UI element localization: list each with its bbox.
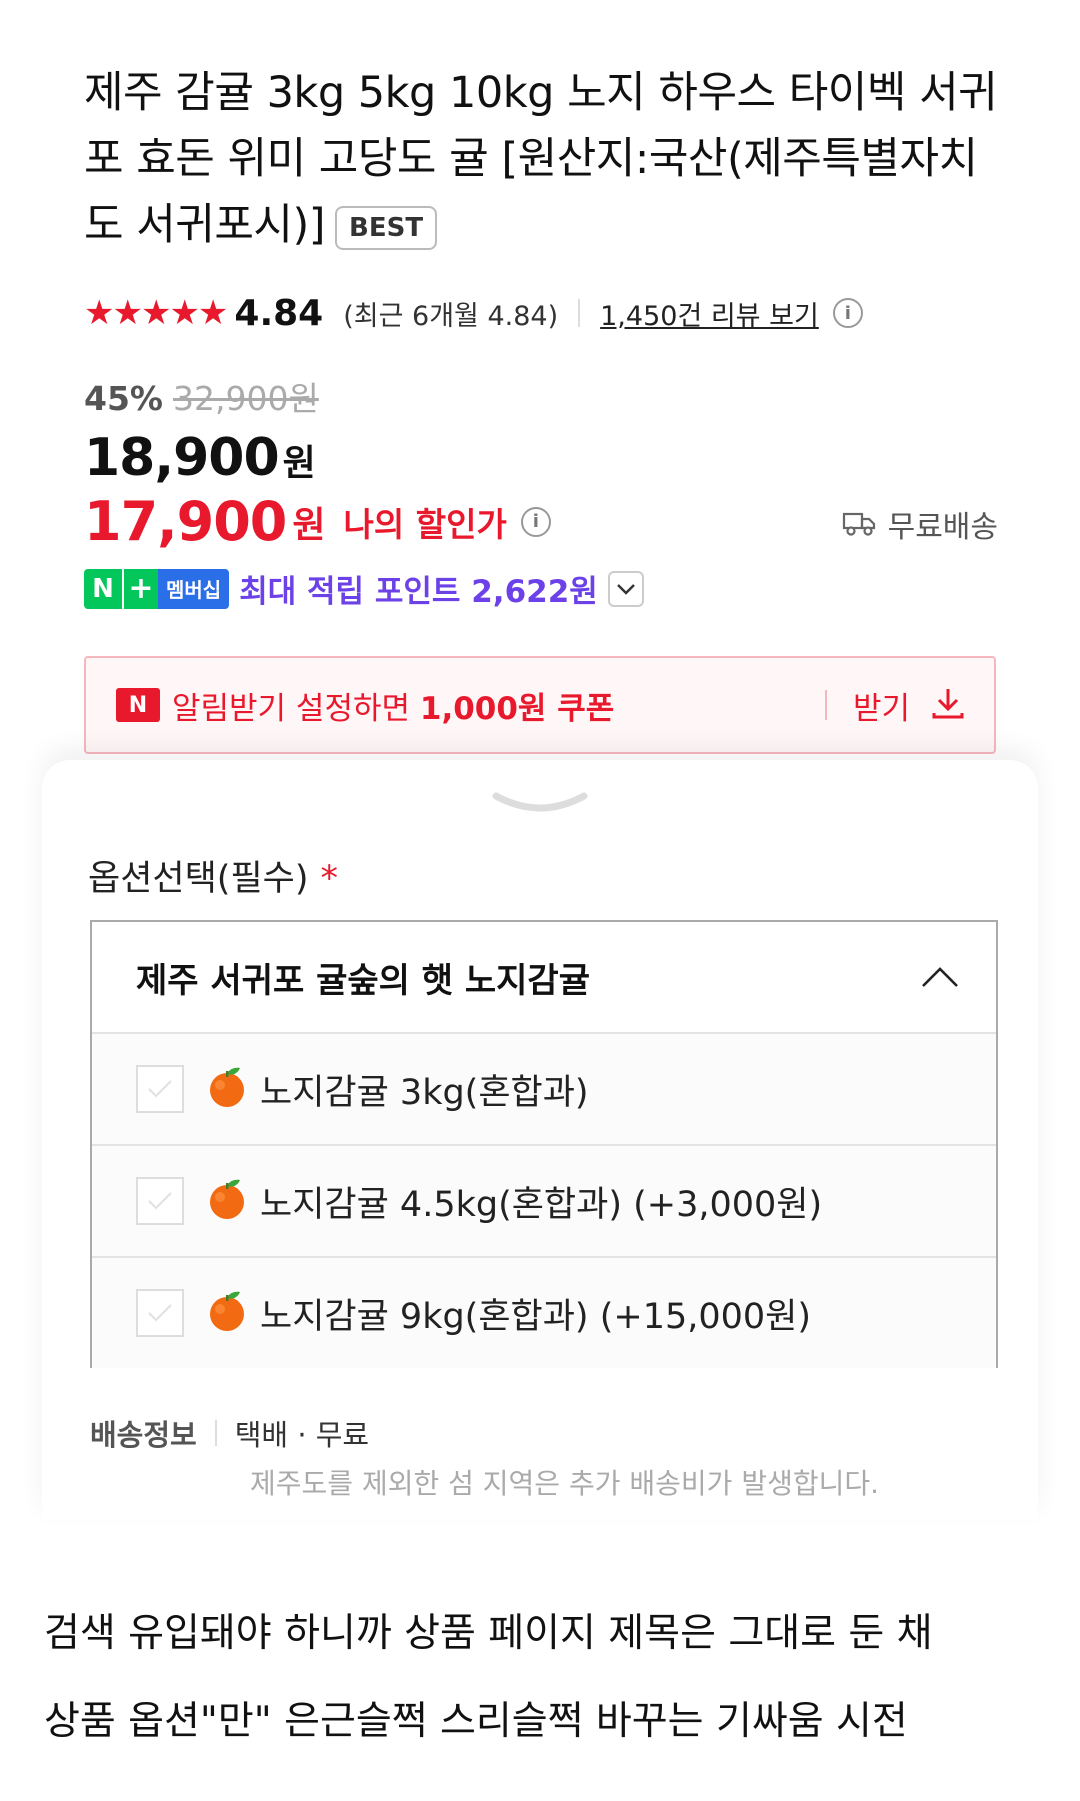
- chevron-up-icon: [922, 967, 958, 987]
- points-row: N + 멤버십 최대 적립 포인트 2,622원: [84, 566, 644, 611]
- sale-price: 18,900 원: [84, 428, 316, 488]
- shipping-value: 택배 · 무료: [234, 1418, 370, 1452]
- checkbox[interactable]: [136, 1177, 184, 1225]
- caption: 검색 유입돼야 하니까 상품 페이지 제목은 그대로 둔 채 상품 옵션"만" …: [44, 1590, 1044, 1766]
- reviews-link[interactable]: 1,450건 리뷰 보기: [600, 294, 819, 333]
- naver-membership-badge: N + 멤버십: [84, 568, 230, 609]
- caption-line: 상품 옵션"만" 은근슬쩍 스리슬쩍 바꾸는 기싸움 시전: [44, 1699, 908, 1744]
- check-icon: [148, 1080, 172, 1098]
- free-shipping-text: 무료배송: [887, 510, 998, 545]
- product-title-text: 제주 감귤 3kg 5kg 10kg 노지 하우스 타이벡 서귀포 효돈 위미 …: [84, 68, 998, 250]
- naver-n-icon: N: [84, 568, 122, 609]
- rating-score: 4.84: [234, 292, 324, 334]
- points-expand-button[interactable]: [607, 570, 644, 607]
- discount-row: 45% 32,900원: [84, 372, 319, 420]
- coupon-text-prefix: 알림받기 설정하면: [172, 690, 420, 727]
- naver-n-icon: N: [116, 688, 160, 722]
- my-price-value: 17,900: [84, 490, 287, 553]
- recent-rating: (최근 6개월 4.84): [343, 300, 559, 332]
- option-select-label: 옵션선택(필수) *: [88, 850, 338, 901]
- sheet-handle-chevron-icon[interactable]: [490, 790, 590, 824]
- plus-icon: +: [122, 568, 158, 609]
- tangerine-icon: [206, 1289, 248, 1337]
- my-price-unit: 원: [292, 504, 326, 546]
- shipping-label: 배송정보: [90, 1418, 197, 1452]
- option-item-label: 노지감귤 4.5kg(혼합과) (+3,000원): [260, 1184, 823, 1225]
- shipping-info: 배송정보 택배 · 무료: [90, 1412, 369, 1454]
- option-item[interactable]: 노지감귤 9kg(혼합과) (+15,000원): [92, 1258, 996, 1368]
- required-mark: *: [320, 859, 339, 899]
- chevron-down-icon: [616, 583, 635, 595]
- max-points-text: 최대 적립 포인트 2,622원: [239, 574, 598, 610]
- divider: [578, 299, 581, 327]
- check-icon: [148, 1192, 172, 1210]
- download-icon[interactable]: [930, 685, 966, 725]
- my-price: 17,900 원 나의 할인가 i: [84, 490, 551, 553]
- free-shipping: 무료배송: [842, 502, 998, 546]
- my-price-label: 나의 할인가: [343, 504, 507, 544]
- membership-label: 멤버십: [158, 568, 230, 609]
- sale-price-unit: 원: [282, 443, 316, 484]
- truck-icon: [842, 510, 876, 538]
- tangerine-icon: [206, 1177, 248, 1225]
- tangerine-icon: [206, 1065, 248, 1113]
- sale-price-value: 18,900: [84, 428, 280, 488]
- rating-row: ★★★★★ 4.84 (최근 6개월 4.84) 1,450건 리뷰 보기 i: [84, 288, 863, 338]
- option-item-label: 노지감귤 3kg(혼합과): [260, 1072, 589, 1113]
- discount-percent: 45%: [84, 379, 163, 418]
- product-title: 제주 감귤 3kg 5kg 10kg 노지 하우스 타이벡 서귀포 효돈 위미 …: [84, 60, 1014, 258]
- original-price: 32,900원: [173, 379, 319, 418]
- option-item[interactable]: 노지감귤 3kg(혼합과): [92, 1034, 996, 1146]
- option-dropdown: 제주 서귀포 귤숲의 햇 노지감귤 노지감귤 3kg(혼합과) 노지감귤 4.5…: [90, 920, 998, 1368]
- coupon-text: 알림받기 설정하면 1,000원 쿠폰: [172, 683, 614, 728]
- divider: [214, 1420, 217, 1446]
- caption-line: 검색 유입돼야 하니까 상품 페이지 제목은 그대로 둔 채: [44, 1611, 933, 1656]
- checkbox[interactable]: [136, 1289, 184, 1337]
- option-group-title: 제주 서귀포 귤숲의 햇 노지감귤: [136, 960, 590, 1001]
- check-icon: [148, 1304, 172, 1322]
- star-rating-icon: ★★★★★: [84, 293, 228, 333]
- divider: [824, 690, 827, 720]
- shipping-note: 제주도를 제외한 섬 지역은 추가 배송비가 발생합니다.: [250, 1467, 880, 1500]
- best-badge: BEST: [335, 205, 438, 250]
- option-label-text: 옵션선택(필수): [88, 859, 309, 899]
- option-item-label: 노지감귤 9kg(혼합과) (+15,000원): [260, 1296, 812, 1337]
- info-icon[interactable]: i: [520, 506, 551, 537]
- option-item[interactable]: 노지감귤 4.5kg(혼합과) (+3,000원): [92, 1146, 996, 1258]
- coupon-amount: 1,000원 쿠폰: [419, 690, 615, 727]
- info-icon[interactable]: i: [832, 298, 863, 328]
- option-group-header[interactable]: 제주 서귀포 귤숲의 햇 노지감귤: [92, 922, 996, 1034]
- coupon-receive-button[interactable]: 받기: [853, 683, 910, 728]
- checkbox[interactable]: [136, 1065, 184, 1113]
- coupon-banner[interactable]: N 알림받기 설정하면 1,000원 쿠폰 받기: [84, 656, 996, 754]
